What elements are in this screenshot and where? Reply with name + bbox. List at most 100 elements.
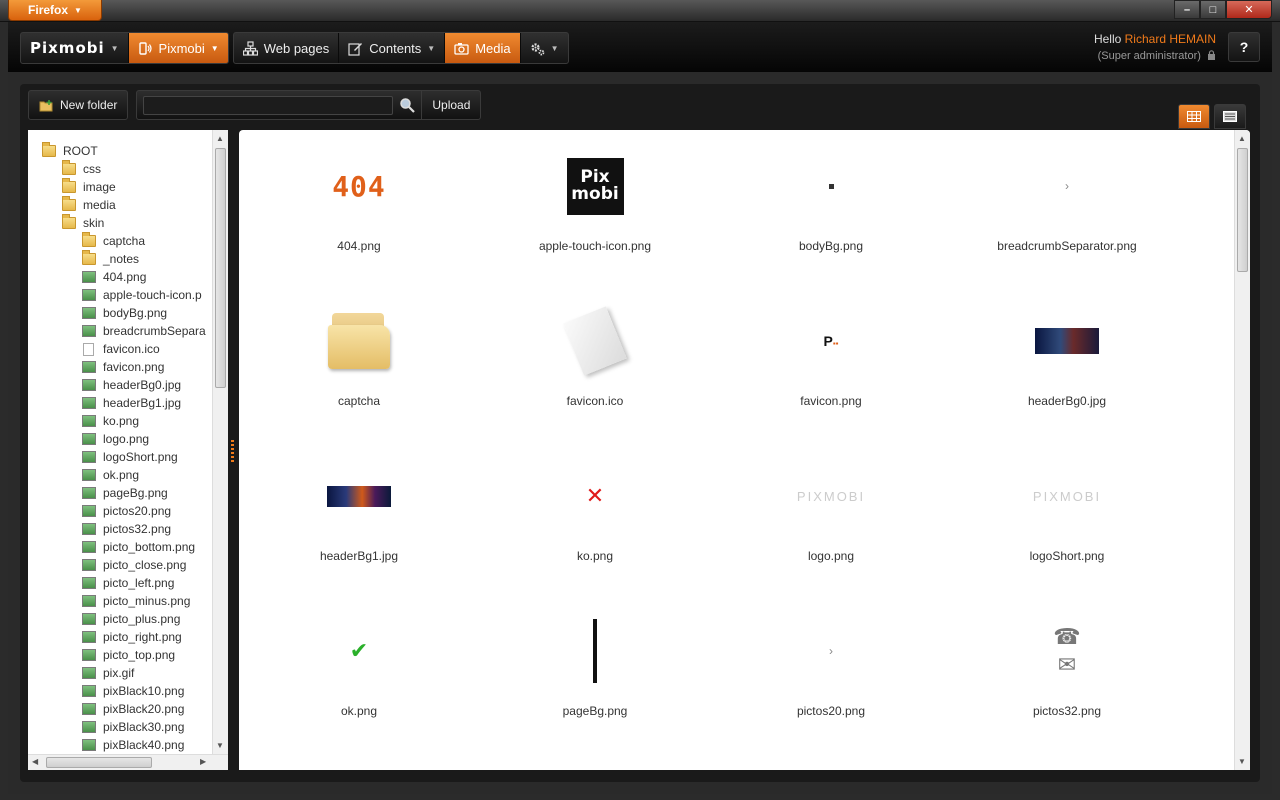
media-file-tile[interactable]: favicon.ico	[477, 285, 713, 440]
tree-file[interactable]: picto_close.png	[28, 556, 211, 574]
new-folder-button[interactable]: New folder	[28, 90, 129, 120]
close-window-button[interactable]: ✕	[1226, 0, 1272, 19]
tree-horizontal-scrollbar[interactable]: ◀ ▶	[28, 754, 228, 770]
tree-item-label: favicon.png	[103, 360, 165, 374]
tree-file[interactable]: pixBlack20.png	[28, 700, 211, 718]
tree-file[interactable]: bodyBg.png	[28, 304, 211, 322]
tree-item-label: image	[83, 180, 116, 194]
media-file-tile[interactable]: ☎ ✉ pictos32.png	[949, 595, 1185, 750]
tree-folder[interactable]: ROOT	[28, 142, 211, 160]
media-file-tile[interactable]: PIXMOBI logoShort.png	[949, 440, 1185, 595]
media-file-tile[interactable]: PIXMOBI logo.png	[713, 440, 949, 595]
maximize-button[interactable]: □	[1200, 0, 1226, 19]
tree-file[interactable]: picto_right.png	[28, 628, 211, 646]
media-file-tile[interactable]: pageBg.png	[477, 595, 713, 750]
tile-thumbnail: P▪▪	[713, 303, 949, 379]
scroll-down-icon[interactable]: ▼	[1238, 757, 1246, 766]
tree-file[interactable]: logoShort.png	[28, 448, 211, 466]
logo-menu-button[interactable]: Pixmobi ▼	[21, 33, 129, 63]
tree-file[interactable]: headerBg0.jpg	[28, 376, 211, 394]
media-file-tile[interactable]: Pix mobi apple-touch-icon.png	[477, 130, 713, 285]
tree-file[interactable]: pageBg.png	[28, 484, 211, 502]
media-file-tile[interactable]: bodyBg.png	[713, 130, 949, 285]
scrollbar-thumb[interactable]	[1237, 148, 1248, 272]
nav-contents-button[interactable]: Contents ▼	[339, 33, 446, 63]
media-file-tile[interactable]: 404 404.png	[241, 130, 477, 285]
list-view-button[interactable]	[1214, 104, 1246, 129]
tree-file[interactable]: favicon.ico	[28, 340, 211, 358]
file-icon	[83, 342, 94, 356]
tile-filename: pictos20.png	[796, 704, 866, 718]
tree-item-label: pixBlack30.png	[103, 720, 185, 734]
tree-file[interactable]: picto_left.png	[28, 574, 211, 592]
tree-file[interactable]: pixBlack30.png	[28, 718, 211, 736]
grid-view-icon	[1187, 111, 1201, 122]
tree-file[interactable]: pictos32.png	[28, 520, 211, 538]
media-file-tile[interactable]: P▪▪ favicon.png	[713, 285, 949, 440]
thumbnail-view-button[interactable]	[1178, 104, 1210, 129]
tree-file[interactable]: ko.png	[28, 412, 211, 430]
media-file-tile[interactable]: ✔ ok.png	[241, 595, 477, 750]
tree-file[interactable]: favicon.png	[28, 358, 211, 376]
user-name-link[interactable]: Richard HEMAIN	[1125, 32, 1216, 46]
tile-thumbnail	[241, 458, 477, 534]
edit-icon	[348, 42, 363, 56]
tree-file[interactable]: picto_top.png	[28, 646, 211, 664]
nav-webpages-button[interactable]: Web pages	[234, 33, 340, 63]
tree-file[interactable]: picto_minus.png	[28, 592, 211, 610]
media-file-tile[interactable]: headerBg0.jpg	[949, 285, 1185, 440]
help-button[interactable]: ?	[1228, 32, 1260, 62]
media-file-tile[interactable]: ✕ ko.png	[477, 440, 713, 595]
scroll-up-icon[interactable]: ▲	[216, 134, 224, 143]
tree-file[interactable]: breadcrumbSepara	[28, 322, 211, 340]
tree-folder[interactable]: _notes	[28, 250, 211, 268]
chevron-down-icon: ▼	[550, 43, 559, 53]
tree-item-label: pixBlack40.png	[103, 738, 185, 752]
media-file-tile[interactable]: › pictos20.png	[713, 595, 949, 750]
scroll-up-icon[interactable]: ▲	[1238, 134, 1246, 143]
tree-file[interactable]: apple-touch-icon.p	[28, 286, 211, 304]
image-file-icon	[82, 577, 96, 589]
tree-folder[interactable]: skin	[28, 214, 211, 232]
nav-pixmobi-button[interactable]: Pixmobi ▼	[128, 33, 228, 63]
tree-folder[interactable]: css	[28, 160, 211, 178]
search-input[interactable]	[143, 95, 394, 115]
tree-vertical-scrollbar[interactable]: ▲ ▼	[212, 130, 228, 754]
tree-folder[interactable]: captcha	[28, 232, 211, 250]
media-file-tile[interactable]: › breadcrumbSeparator.png	[949, 130, 1185, 285]
tree-file[interactable]: ok.png	[28, 466, 211, 484]
tree-file[interactable]: pixBlack40.png	[28, 736, 211, 754]
tree-file[interactable]: pix.gif	[28, 664, 211, 682]
lock-icon[interactable]	[1207, 50, 1216, 60]
tree-file[interactable]: picto_plus.png	[28, 610, 211, 628]
tree-file[interactable]: picto_bottom.png	[28, 538, 211, 556]
scroll-right-icon[interactable]: ▶	[200, 757, 206, 766]
nav-media-button[interactable]: Media	[445, 33, 521, 63]
tile-filename: ok.png	[340, 704, 378, 718]
panel-resize-handle[interactable]	[231, 440, 234, 462]
minimize-button[interactable]: –	[1174, 0, 1200, 19]
tree-file[interactable]: pictos20.png	[28, 502, 211, 520]
tree-folder[interactable]: media	[28, 196, 211, 214]
scrollbar-thumb[interactable]	[46, 757, 152, 768]
tile-thumbnail: PIXMOBI	[949, 458, 1185, 534]
nav-settings-button[interactable]: ▼	[521, 33, 568, 63]
search-icon[interactable]	[399, 97, 416, 113]
upload-button[interactable]: Upload	[421, 91, 480, 119]
tree-file[interactable]: logo.png	[28, 430, 211, 448]
media-grid: 404 404.png Pix mobi apple-touch-icon.png bod…	[239, 130, 1250, 770]
tree-folder[interactable]: image	[28, 178, 211, 196]
media-file-tile[interactable]: headerBg1.jpg	[241, 440, 477, 595]
media-folder-tile[interactable]: captcha	[241, 285, 477, 440]
scroll-down-icon[interactable]: ▼	[216, 741, 224, 750]
scrollbar-thumb[interactable]	[215, 148, 226, 388]
tree-file[interactable]: 404.png	[28, 268, 211, 286]
image-file-icon	[82, 397, 96, 409]
nav-pixmobi-label: Pixmobi	[158, 40, 205, 56]
firefox-menu-button[interactable]: Firefox ▼	[8, 0, 102, 21]
tile-thumbnail: PIXMOBI	[713, 458, 949, 534]
tree-file[interactable]: headerBg1.jpg	[28, 394, 211, 412]
scroll-left-icon[interactable]: ◀	[32, 757, 38, 766]
grid-vertical-scrollbar[interactable]: ▲ ▼	[1234, 130, 1250, 770]
tree-file[interactable]: pixBlack10.png	[28, 682, 211, 700]
